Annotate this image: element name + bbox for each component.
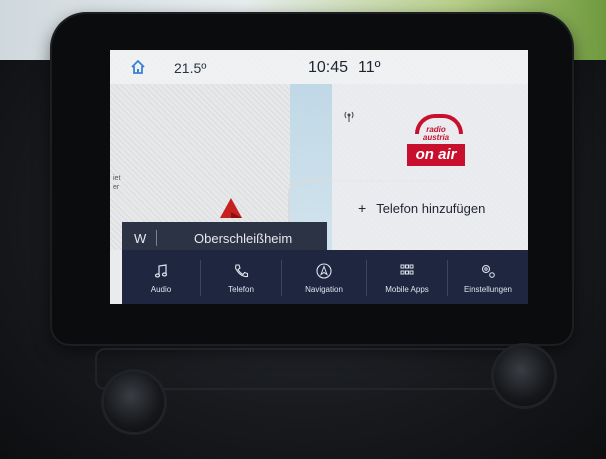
volume-knob[interactable] — [104, 372, 164, 432]
tab-telefon[interactable]: Telefon — [201, 250, 281, 304]
apps-grid-icon — [400, 264, 414, 275]
tab-label: Mobile Apps — [385, 285, 429, 294]
heading-direction: W — [134, 231, 147, 246]
add-phone-label: Telefon hinzufügen — [376, 201, 486, 216]
outside-temperature: 11º — [358, 59, 381, 76]
plus-icon: + — [358, 200, 367, 216]
tab-einstellungen[interactable]: Einstellungen — [448, 250, 528, 304]
tab-mobile-apps[interactable]: Mobile Apps — [367, 250, 447, 304]
gear-icon — [481, 264, 495, 278]
tab-label: Audio — [150, 285, 172, 294]
tune-knob[interactable] — [494, 346, 554, 406]
status-bar: 21.5º 10:45 11º — [110, 50, 528, 84]
console-trim — [95, 348, 519, 390]
clock: 10:45 — [308, 59, 349, 76]
radio-panel[interactable] — [332, 84, 528, 250]
radio-signal-icon — [344, 111, 354, 122]
tab-label: Telefon — [228, 285, 254, 294]
inside-temperature: 21.5º — [174, 60, 207, 76]
tab-navigation[interactable]: Navigation — [282, 250, 366, 304]
tab-label: Einstellungen — [463, 285, 513, 294]
navigation-icon — [316, 263, 332, 279]
home-icon[interactable] — [130, 60, 146, 74]
infotainment-screen: iet er 21.5º 10:45 11º radio austria on … — [110, 50, 528, 304]
on-air-badge: on air — [407, 144, 465, 166]
route-divider — [156, 230, 157, 246]
tab-label: Navigation — [305, 285, 343, 294]
station-logo[interactable]: radio austria on air — [407, 114, 465, 166]
map-label: iet er — [113, 175, 121, 191]
music-note-icon — [154, 264, 168, 278]
add-phone-button[interactable]: + Telefon hinzufügen — [358, 200, 485, 216]
tab-audio[interactable]: Audio — [122, 250, 200, 304]
position-arrow-icon — [220, 198, 242, 218]
station-name: radio austria — [422, 125, 450, 142]
phone-icon — [234, 264, 249, 278]
bottom-tab-bar: Audio Telefon Navigation Mobile Apps Ein… — [122, 250, 528, 304]
current-street: Oberschleißheim — [194, 231, 293, 246]
